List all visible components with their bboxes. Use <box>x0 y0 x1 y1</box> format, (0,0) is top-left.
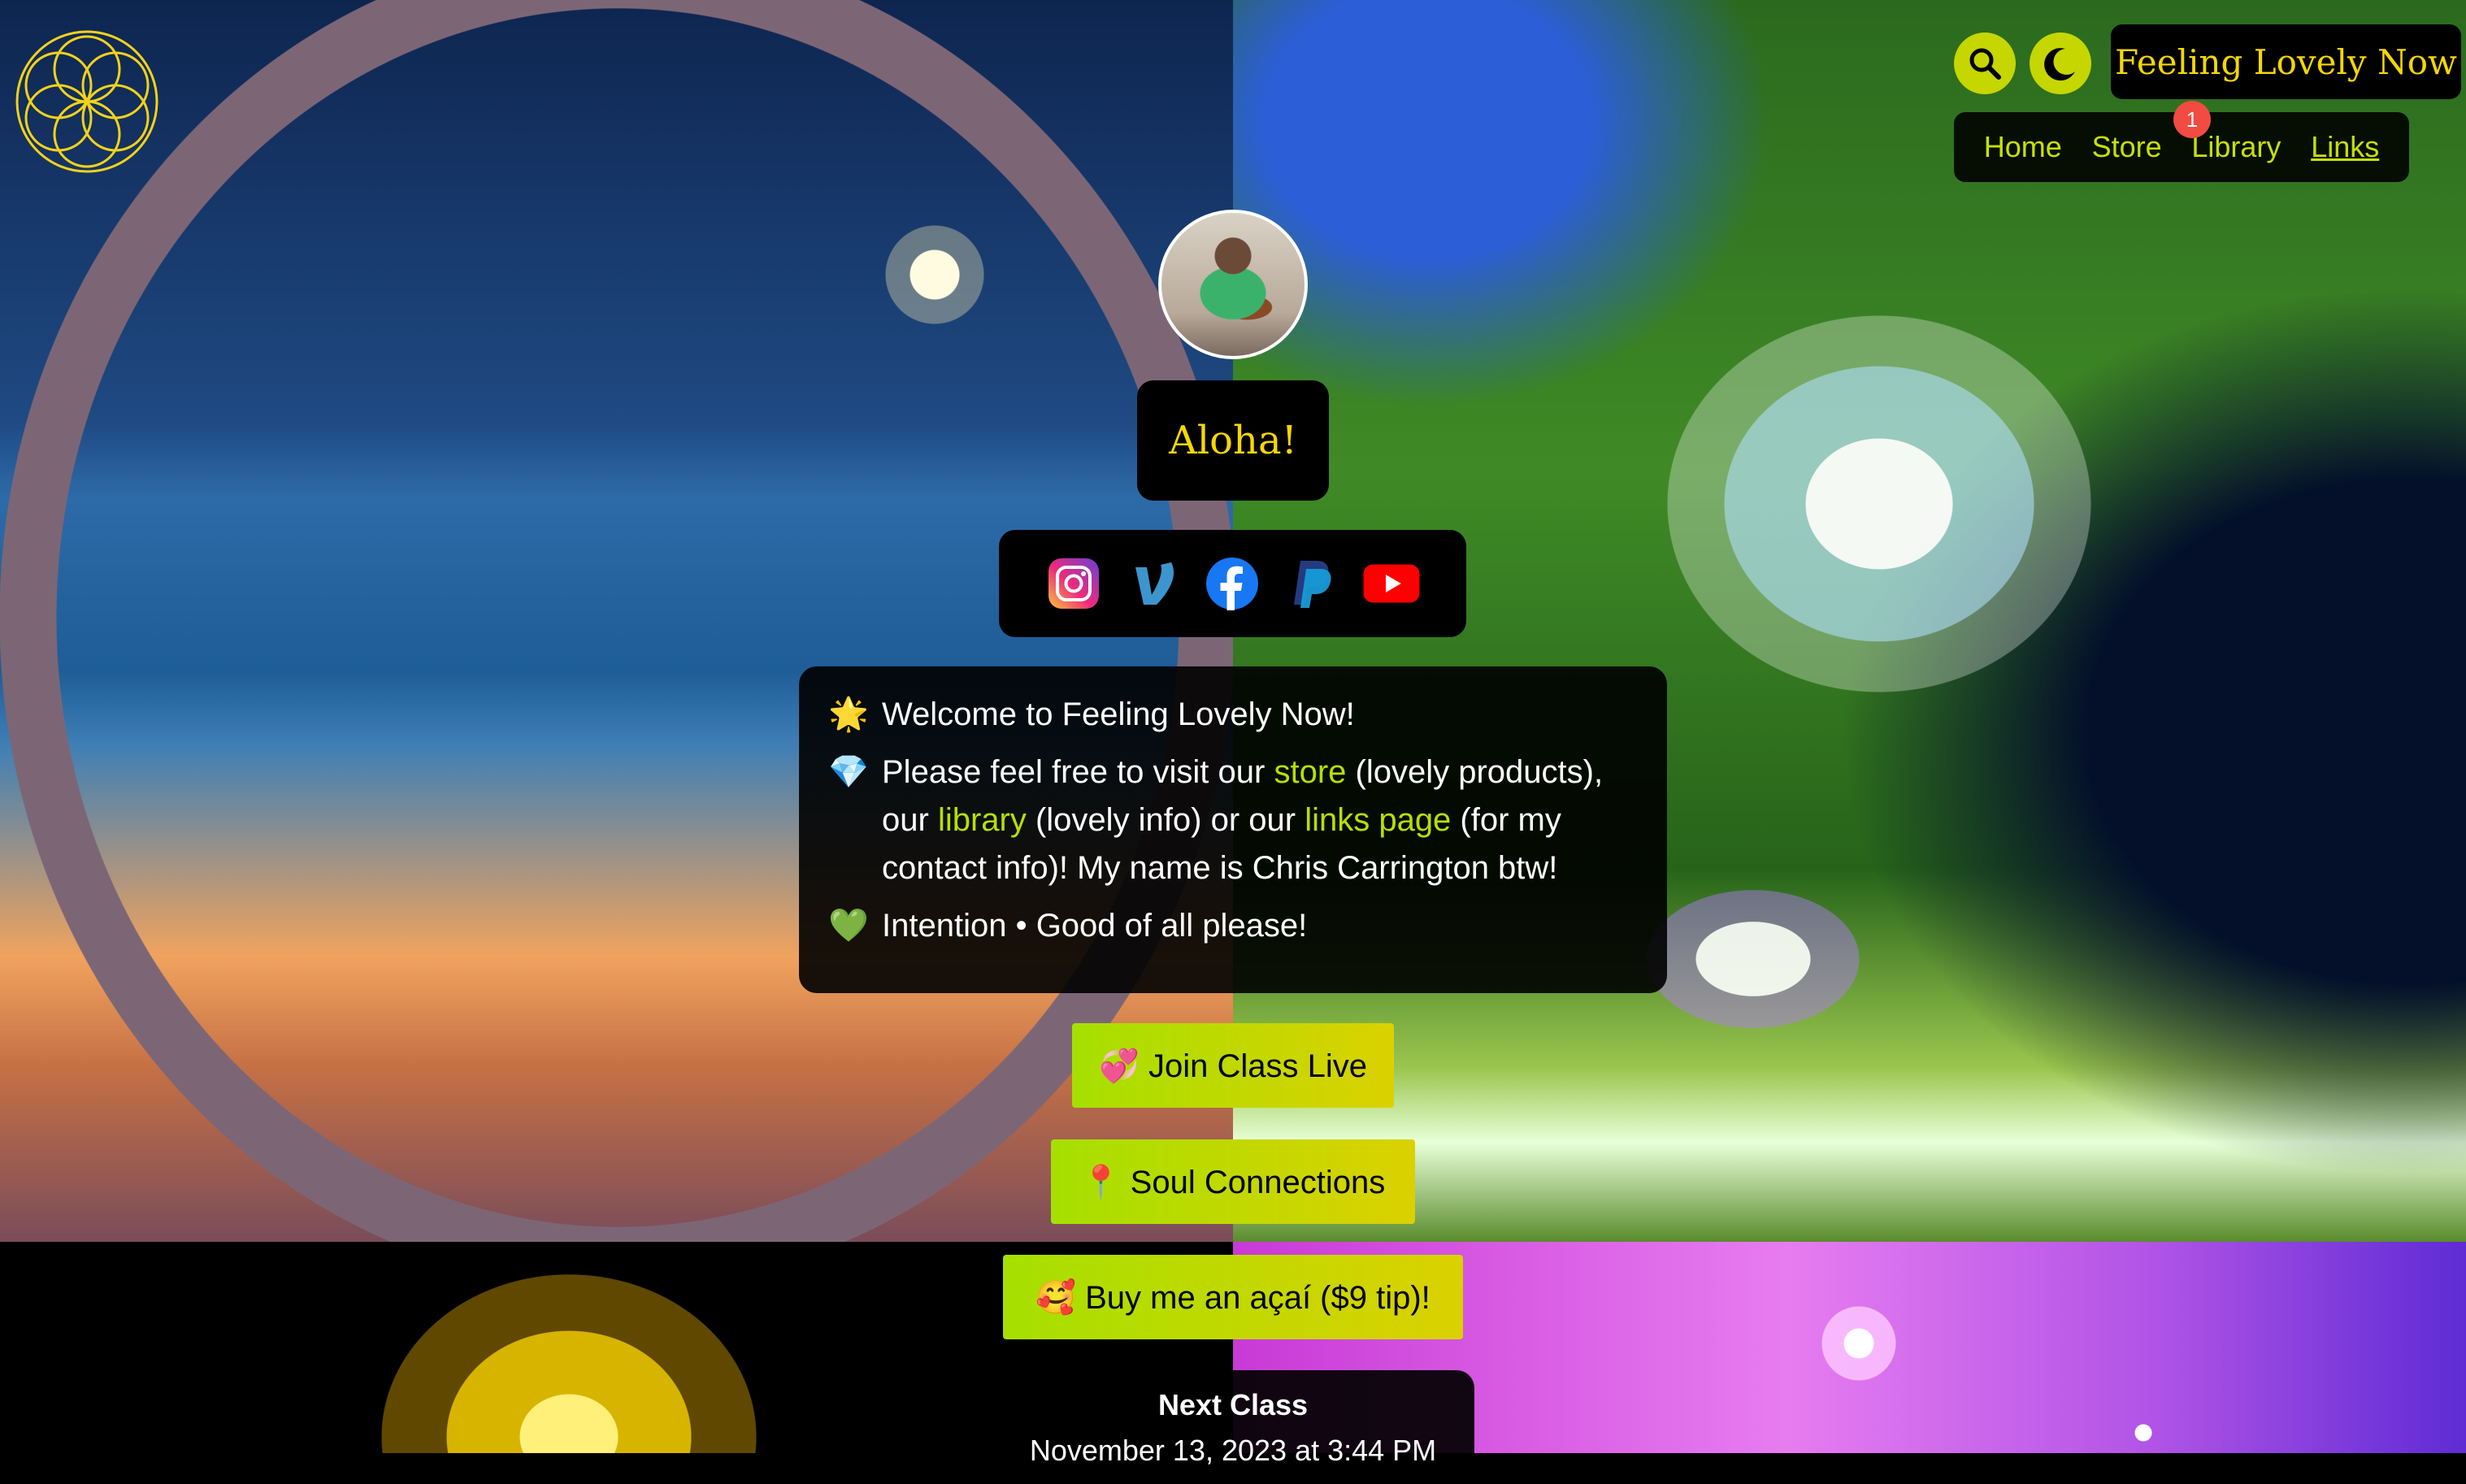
paypal-icon[interactable] <box>1283 554 1341 613</box>
visit-text-c: (lovely info) or our <box>1026 802 1305 838</box>
welcome-line: 🌟 Welcome to Feeling Lovely Now! <box>828 691 1638 739</box>
site-title[interactable]: Feeling Lovely Now <box>2111 24 2461 99</box>
dark-mode-toggle[interactable] <box>2030 33 2091 94</box>
nav-links[interactable]: Links <box>2311 130 2379 164</box>
avatar <box>1158 210 1308 359</box>
next-class-card: Next Class November 13, 2023 at 3:44 PM <box>992 1370 1474 1484</box>
search-icon <box>1969 48 2001 80</box>
cart-count-badge: 1 <box>2173 101 2211 138</box>
facebook-icon[interactable] <box>1203 554 1261 613</box>
links-page-link[interactable]: links page <box>1305 802 1451 838</box>
nav-home[interactable]: Home <box>1984 130 2062 164</box>
next-class-date: November 13, 2023 at 3:44 PM <box>1029 1434 1437 1467</box>
visit-line: 💎 Please feel free to visit our store (l… <box>828 749 1638 892</box>
welcome-card: 🌟 Welcome to Feeling Lovely Now! 💎 Pleas… <box>799 666 1667 993</box>
next-class-title: Next Class <box>1157 1388 1309 1421</box>
visit-text: Please feel free to visit our store (lov… <box>882 749 1638 892</box>
tip-button[interactable]: 🥰 Buy me an açaí ($9 tip)! <box>1003 1255 1463 1339</box>
intention-line: 💚 Intention • Good of all please! <box>828 902 1638 950</box>
library-link[interactable]: library <box>938 802 1027 838</box>
greeting: Aloha! <box>1137 380 1329 501</box>
search-button[interactable] <box>1954 33 2016 94</box>
store-link[interactable]: store <box>1274 754 1346 790</box>
youtube-icon[interactable] <box>1362 554 1421 613</box>
star-icon: 🌟 <box>828 696 869 732</box>
welcome-text: Welcome to Feeling Lovely Now! <box>882 696 1355 732</box>
instagram-icon[interactable] <box>1044 554 1103 613</box>
social-links <box>999 530 1466 637</box>
flower-of-life-icon[interactable] <box>10 24 164 179</box>
soul-connections-button[interactable]: 📍 Soul Connections <box>1051 1139 1415 1224</box>
nav-library[interactable]: Library <box>2191 130 2281 164</box>
join-class-live-button[interactable]: 💞 Join Class Live <box>1072 1023 1394 1108</box>
venmo-icon[interactable] <box>1124 554 1183 613</box>
moon-icon <box>2044 48 2075 81</box>
intention-text: Intention • Good of all please! <box>882 908 1308 944</box>
visit-text-a: Please feel free to visit our <box>882 754 1274 790</box>
gem-icon: 💎 <box>828 754 869 790</box>
green-heart-icon: 💚 <box>828 908 869 944</box>
nav-store[interactable]: Store <box>2092 130 2162 164</box>
